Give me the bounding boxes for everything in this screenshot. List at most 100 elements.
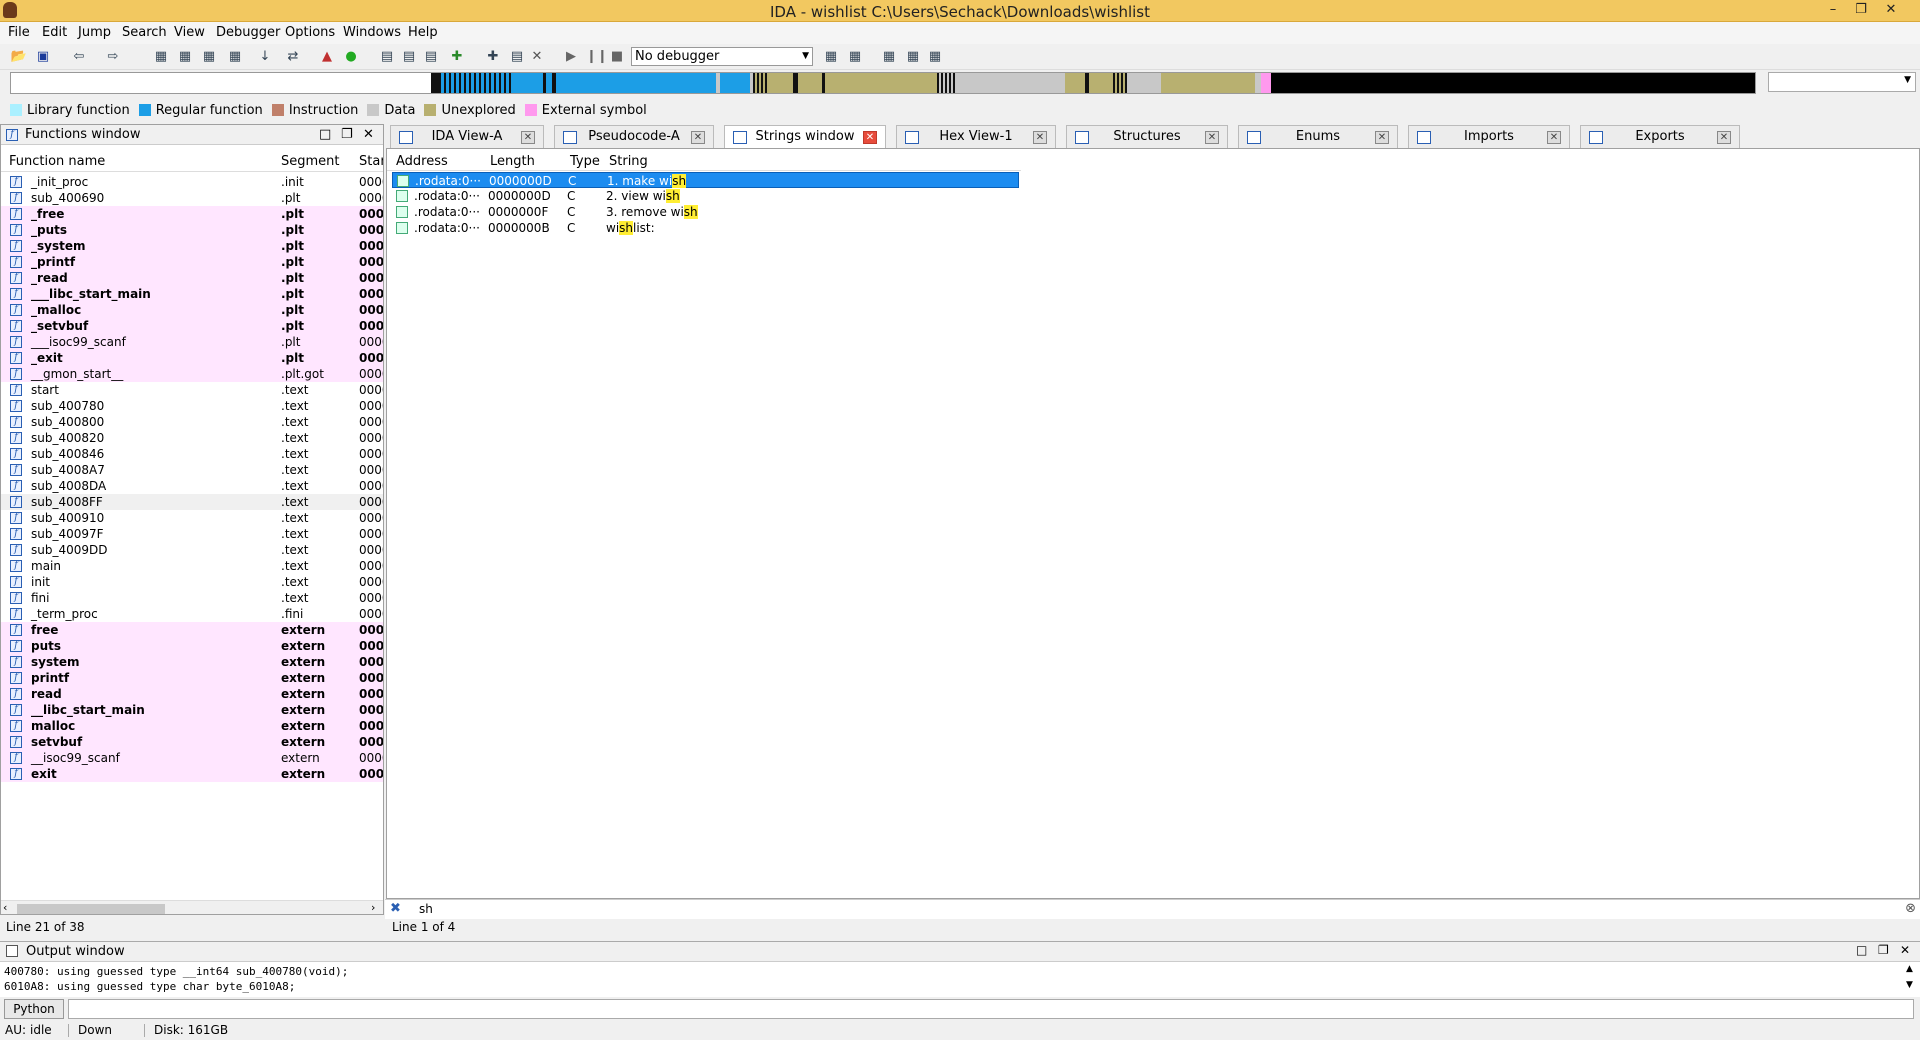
table-row[interactable]: f _printf .plt 0000 [1, 254, 383, 270]
close-icon[interactable]: ✕ [521, 131, 535, 144]
minimize-button[interactable]: – [1820, 1, 1846, 19]
clear-filter-icon[interactable]: ✖ [390, 901, 401, 916]
table-row[interactable]: f _init_proc .init 0000 [1, 174, 383, 190]
pause-icon[interactable]: ❙❙ [586, 48, 608, 66]
table-row[interactable]: f setvbuf extern 0000 [1, 734, 383, 750]
menu-edit[interactable]: Edit [42, 25, 67, 40]
float-icon[interactable]: ❐ [1878, 943, 1889, 957]
tab-pseudocode-a[interactable]: Pseudocode-A ✕ [554, 125, 714, 149]
data-icon[interactable]: ▤ [400, 48, 418, 66]
tab-strings-window[interactable]: Strings window ✕ [724, 125, 886, 150]
navigation-band[interactable] [10, 72, 1756, 94]
close-icon[interactable]: ✕ [863, 131, 877, 144]
debugger-options-icon[interactable]: ▦ [822, 48, 840, 66]
table-row[interactable]: f _malloc .plt 0000 [1, 302, 383, 318]
table-row[interactable]: fmalloc extern 0000 [1, 718, 383, 734]
col-header-length[interactable]: Length [490, 154, 535, 169]
table-row[interactable]: f sub_400780 .text 0000 [1, 398, 383, 414]
table-row[interactable]: f sub_4008DA .text 0000 [1, 478, 383, 494]
table-row[interactable]: fread extern 0000 [1, 686, 383, 702]
menu-options[interactable]: Options [285, 25, 335, 40]
table-row[interactable]: f sub_400820 .text 0000 [1, 430, 383, 446]
col-header-function-name[interactable]: Function name [9, 154, 105, 169]
down-arrow-icon[interactable]: ↓ [256, 48, 274, 66]
xref-icon[interactable]: ⇄ [284, 48, 302, 66]
table-row[interactable]: f sub_400800 .text 0000 [1, 414, 383, 430]
close-icon[interactable]: ✕ [1205, 131, 1219, 144]
breakpoints-icon[interactable]: ▦ [880, 48, 898, 66]
debugger-select[interactable]: No debugger ▼ [631, 47, 813, 66]
add-icon[interactable]: ✚ [448, 48, 466, 66]
table-row[interactable]: f _exit .plt 0000 [1, 350, 383, 366]
close-filter-icon[interactable]: ⊗ [1905, 901, 1916, 916]
attach-icon[interactable]: ▦ [846, 48, 864, 66]
table-row[interactable]: fsystem extern 0000 [1, 654, 383, 670]
table-row[interactable]: fexit extern 0000 [1, 766, 383, 782]
scroll-thumb[interactable] [17, 904, 165, 914]
col-header-type[interactable]: Type [570, 154, 600, 169]
patch-icon[interactable]: ✚ [484, 48, 502, 66]
table-row[interactable]: f ___libc_start_main .plt 0000 [1, 286, 383, 302]
table-row[interactable]: ffini .text 0000 [1, 590, 383, 606]
close-button[interactable]: ✕ [1878, 1, 1904, 19]
table-row[interactable]: f _setvbuf .plt 0000 [1, 318, 383, 334]
col-header-segment[interactable]: Segment [281, 154, 340, 169]
close-icon[interactable]: ✕ [1375, 131, 1389, 144]
play-icon[interactable]: ▶ [562, 48, 580, 66]
table-row[interactable]: f sub_40097F .text 0000 [1, 526, 383, 542]
float-icon[interactable]: ❐ [341, 125, 353, 145]
delete-icon[interactable]: ✕ [528, 48, 546, 66]
maximize-icon[interactable]: □ [319, 125, 331, 145]
maximize-icon[interactable]: □ [1856, 943, 1867, 957]
close-icon[interactable]: ✕ [1033, 131, 1047, 144]
command-input[interactable] [68, 999, 1914, 1019]
menu-debugger[interactable]: Debugger [216, 25, 280, 40]
tab-imports[interactable]: Imports ✕ [1408, 125, 1570, 149]
table-row[interactable]: f sub_4008FF .text 0000 [1, 494, 383, 510]
filter-input[interactable]: sh [419, 902, 433, 916]
close-icon[interactable]: ✕ [1547, 131, 1561, 144]
col-header-string[interactable]: String [609, 154, 648, 169]
table-row[interactable]: f sub_400846 .text 0000 [1, 446, 383, 462]
close-icon[interactable]: ✕ [1900, 943, 1910, 957]
table-row[interactable]: f __libc_start_main extern 0000 [1, 702, 383, 718]
struct-icon[interactable]: ▤ [508, 48, 526, 66]
table-row[interactable]: f _read .plt 0000 [1, 270, 383, 286]
search-text-icon[interactable]: ▦ [176, 48, 194, 66]
close-icon[interactable]: ✕ [363, 125, 374, 145]
tab-enums[interactable]: Enums ✕ [1238, 125, 1398, 149]
tab-structures[interactable]: Structures ✕ [1066, 125, 1228, 149]
menu-file[interactable]: File [8, 25, 30, 40]
table-row[interactable]: f _term_proc .fini 0000 [1, 606, 383, 622]
table-row[interactable]: f __isoc99_scanf extern 0000 [1, 750, 383, 766]
scroll-left-icon[interactable]: ‹ [3, 901, 7, 914]
table-row[interactable]: .rodata:0··· 0000000D C 2. view wish [392, 188, 1019, 204]
forward-icon[interactable]: ⇨ [104, 48, 122, 66]
table-row[interactable]: f sub_4008A7 .text 0000 [1, 462, 383, 478]
save-icon[interactable]: ▣ [34, 48, 52, 66]
table-row[interactable]: .rodata:0··· 0000000B Cwishlist: [392, 220, 1019, 236]
navigation-select[interactable]: ▼ [1768, 72, 1916, 92]
table-row[interactable]: finit .text 0000 [1, 574, 383, 590]
table-row[interactable]: f __gmon_start__ .plt.got 0000 [1, 366, 383, 382]
col-header-address[interactable]: Address [396, 154, 448, 169]
code-icon[interactable]: ▤ [378, 48, 396, 66]
tracing-icon[interactable]: ▦ [904, 48, 922, 66]
table-row[interactable]: f _puts .plt 0000 [1, 222, 383, 238]
table-row[interactable]: fprintf extern 0000 [1, 670, 383, 686]
table-row[interactable]: f _system .plt 0000 [1, 238, 383, 254]
table-row[interactable]: f ___isoc99_scanf .plt 0000 [1, 334, 383, 350]
graph-icon[interactable]: ▲ [318, 48, 336, 66]
tab-hex-view-1[interactable]: Hex View-1 ✕ [896, 125, 1056, 149]
open-icon[interactable]: 📂 [10, 48, 28, 66]
menu-view[interactable]: View [174, 25, 205, 40]
table-row[interactable]: f sub_400910 .text 0000 [1, 510, 383, 526]
table-row[interactable]: f sub_400690 .plt 0000 [1, 190, 383, 206]
restore-button[interactable]: ❐ [1848, 1, 1874, 19]
table-row[interactable]: fputs extern 0000 [1, 638, 383, 654]
tab-exports[interactable]: Exports ✕ [1580, 125, 1740, 149]
scroll-down-icon[interactable]: ▼ [1906, 980, 1913, 990]
menu-jump[interactable]: Jump [78, 25, 111, 40]
back-icon[interactable]: ⇦ [70, 48, 88, 66]
run-green-icon[interactable]: ● [342, 48, 360, 66]
